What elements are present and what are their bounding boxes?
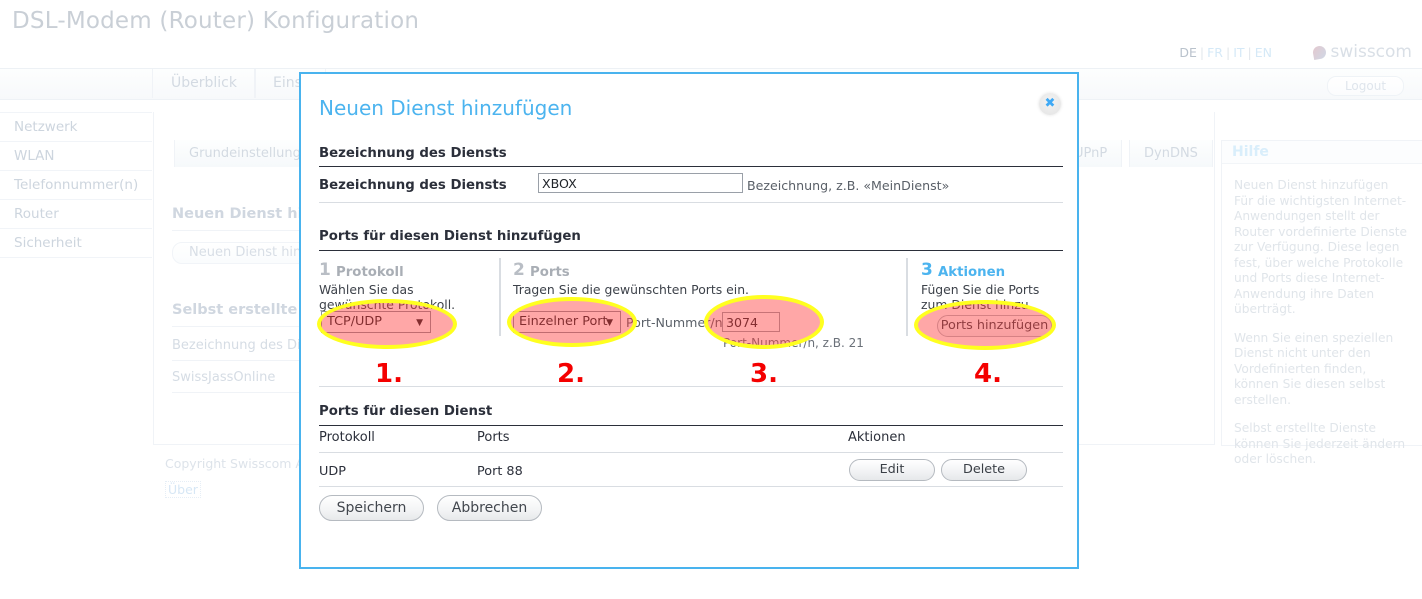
delete-button[interactable]: Delete xyxy=(941,459,1027,481)
dialog-title: Neuen Dienst hinzufügen xyxy=(319,96,572,120)
about-link[interactable]: Über xyxy=(165,481,201,498)
language-it[interactable]: IT xyxy=(1233,45,1244,60)
sidebar-item-netzwerk[interactable]: Netzwerk xyxy=(0,112,152,142)
sidebar-item-sicherheit[interactable]: Sicherheit xyxy=(0,229,152,258)
language-switcher[interactable]: DE|FR|IT|EN xyxy=(1179,45,1272,60)
step-2-label: Ports xyxy=(530,265,570,280)
close-icon[interactable]: ✖ xyxy=(1039,93,1061,115)
chevron-down-icon: ▼ xyxy=(416,312,423,334)
section-heading-add-ports: Ports für diesen Dienst hinzufügen xyxy=(319,229,581,244)
swisscom-logo: swisscom xyxy=(1313,42,1412,62)
service-name-input[interactable] xyxy=(538,173,743,193)
help-paragraph-2: Wenn Sie einen speziellen Dienst nicht u… xyxy=(1234,331,1413,409)
field-label-service-name: Bezeichnung des Diensts xyxy=(319,178,507,193)
add-ports-button[interactable]: Ports hinzufügen xyxy=(937,315,1052,337)
step-2-number: 2 xyxy=(513,260,525,280)
tab-uberblick[interactable]: Überblick xyxy=(152,69,256,98)
step-3-description: Fügen Sie die Ports zum Dienst hinzu. xyxy=(921,283,1061,312)
sidebar-item-wlan[interactable]: WLAN xyxy=(0,142,152,171)
sidebar: Netzwerk WLAN Telefonnummer(n) Router Si… xyxy=(0,112,152,258)
protocol-select-value: TCP/UDP xyxy=(327,314,382,329)
help-paragraph-3: Selbst erstellte Dienste können Sie jede… xyxy=(1234,421,1413,468)
step-3-label: Aktionen xyxy=(938,265,1005,280)
port-number-hint: Port-Nummer/n, z.B. 21 xyxy=(723,336,864,350)
lang-sep-3: | xyxy=(1245,45,1255,60)
annotation-number-2: 2. xyxy=(557,359,585,389)
field-hint-service-name: Bezeichnung, z.B. «MeinDienst» xyxy=(747,178,949,193)
section-heading-ports-list: Ports für diesen Dienst xyxy=(319,404,492,419)
save-button[interactable]: Speichern xyxy=(319,495,424,521)
page-title: DSL-Modem (Router) Konfiguration xyxy=(12,8,419,34)
lang-sep-2: | xyxy=(1223,45,1233,60)
sidebar-item-telefonnummern[interactable]: Telefonnummer(n) xyxy=(0,171,152,200)
help-title: Hilfe xyxy=(1222,141,1422,164)
chevron-down-icon-2: ▼ xyxy=(606,312,613,334)
help-body: Neuen Dienst hinzufügen Für die wichtigs… xyxy=(1222,164,1422,468)
table-col-protokoll: Protokoll xyxy=(319,430,375,445)
help-paragraph-1: Neuen Dienst hinzufügen Für die wichtigs… xyxy=(1234,178,1413,318)
table-col-aktionen: Aktionen xyxy=(848,430,906,445)
logout-button[interactable]: Logout xyxy=(1327,76,1404,96)
row-protokoll: UDP xyxy=(319,464,346,479)
language-en[interactable]: EN xyxy=(1255,45,1272,60)
step-1-number: 1 xyxy=(319,260,331,280)
bg-col-service-name: Bezeichnung des Die xyxy=(172,338,309,353)
step-2-description: Tragen Sie die gewünschten Ports ein. xyxy=(513,283,803,298)
port-type-select[interactable]: Einzelner Port ▼ xyxy=(513,311,621,333)
step-3-number: 3 xyxy=(921,260,933,280)
step-divider-2 xyxy=(906,258,908,336)
annotation-number-1: 1. xyxy=(375,359,403,389)
lang-sep-1: | xyxy=(1197,45,1207,60)
table-row-rule xyxy=(319,486,1063,487)
language-de[interactable]: DE xyxy=(1179,45,1197,60)
step-1-label: Protokoll xyxy=(336,265,404,280)
annotation-number-4: 4. xyxy=(974,359,1002,389)
section-rule-1 xyxy=(319,166,1063,167)
language-fr[interactable]: FR xyxy=(1207,45,1223,60)
step-divider-1 xyxy=(499,258,501,336)
protocol-select[interactable]: TCP/UDP ▼ xyxy=(321,311,431,333)
swisscom-lifeform-icon xyxy=(1312,44,1327,59)
bg-row-service-name: SwissJassOnline xyxy=(172,370,275,385)
help-panel: Hilfe Neuen Dienst hinzufügen Für die wi… xyxy=(1221,140,1422,446)
port-number-label: Port-Nummer/n xyxy=(626,315,723,330)
cancel-button[interactable]: Abbrechen xyxy=(437,495,542,521)
subtab-dyndns[interactable]: DynDNS xyxy=(1129,140,1213,167)
section-rule-3 xyxy=(319,250,1063,251)
table-header-rule xyxy=(319,452,1063,453)
edit-button[interactable]: Edit xyxy=(849,459,935,481)
port-type-select-value: Einzelner Port xyxy=(519,314,608,329)
section-rule-2 xyxy=(319,202,1063,203)
step-1-description: Wählen Sie das gewünschte Protokoll. xyxy=(319,283,484,312)
annotation-number-3: 3. xyxy=(750,359,778,389)
section-heading-service-name: Bezeichnung des Diensts xyxy=(319,146,507,161)
section-rule-4 xyxy=(319,386,1063,387)
table-col-ports: Ports xyxy=(477,430,510,445)
section-rule-5 xyxy=(319,425,1063,426)
row-ports: Port 88 xyxy=(477,464,523,479)
sidebar-item-router[interactable]: Router xyxy=(0,200,152,229)
add-service-dialog: Neuen Dienst hinzufügen ✖ Bezeichnung de… xyxy=(299,72,1079,569)
port-number-input[interactable] xyxy=(722,312,780,332)
brand-label: swisscom xyxy=(1330,42,1412,62)
